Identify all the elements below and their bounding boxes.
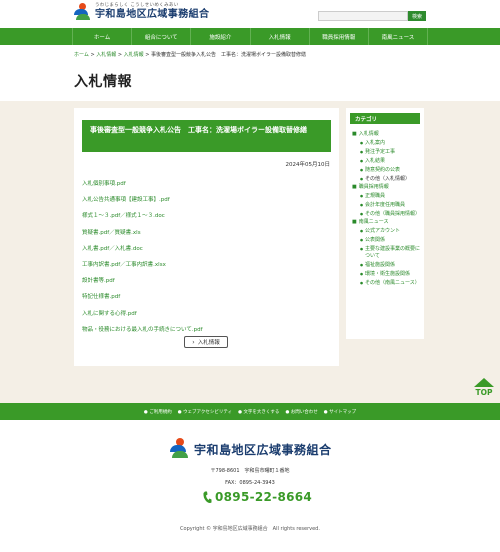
breadcrumb-bidding[interactable]: 入札情報 bbox=[96, 52, 116, 58]
footer-link[interactable]: ● 文字を大きくする bbox=[238, 409, 279, 415]
category-list: ■入札情報 入札案内 発注予定工事 入札結果 随意契約の公表 その他（入札情報）… bbox=[352, 130, 422, 287]
attachment-link[interactable]: 物品・役務における最入札の手続きについて.pdf bbox=[82, 327, 203, 333]
nav-item-facilities[interactable]: 施設紹介 bbox=[190, 28, 249, 45]
list-item: 入札公告共通事項【建設工事】.pdf bbox=[82, 195, 203, 211]
category-group: ■入札情報 入札案内 発注予定工事 入札結果 随意契約の公表 その他（入札情報） bbox=[352, 131, 422, 183]
article-title: 事後審査型一般競争入札公告 工事名：洗濯場ボイラー設備取替修繕 bbox=[82, 120, 331, 152]
list-item: 入札書.pdf／入札書.doc bbox=[82, 244, 203, 260]
footer-link[interactable]: ● ウェブアクセシビリティ bbox=[178, 409, 232, 415]
attachment-link[interactable]: 特記仕様書.pdf bbox=[82, 294, 120, 300]
breadcrumb-separator: > bbox=[143, 52, 152, 58]
list-item: 工事内訳書.pdf／工事内訳書.xlsx bbox=[82, 260, 203, 276]
attachment-link[interactable]: 設計書等.pdf bbox=[82, 278, 115, 284]
nav-item-recruitment[interactable]: 職員採用情報 bbox=[308, 28, 368, 45]
page-title: 入札情報 bbox=[74, 74, 132, 90]
subcategory-link[interactable]: 発注予定工事 bbox=[365, 149, 395, 155]
subcategory-link[interactable]: 公式アカウント bbox=[365, 228, 400, 234]
footer-link[interactable]: ● ご利用規約 bbox=[144, 409, 172, 415]
global-nav: ホーム 組合について 施設紹介 入札情報 職員採用情報 南風ニュース bbox=[0, 28, 500, 45]
search-button[interactable]: 検索 bbox=[408, 11, 426, 21]
subcategory-link[interactable]: 正規職員 bbox=[365, 193, 385, 199]
phone-icon bbox=[203, 491, 212, 504]
bullet-icon: ■ bbox=[352, 219, 357, 225]
attachment-link[interactable]: 工事内訳書.pdf／工事内訳書.xlsx bbox=[82, 262, 166, 268]
footer-org-name: 宇和島地区広域事務組合 bbox=[194, 442, 332, 457]
scroll-to-top-button[interactable]: TOP bbox=[472, 378, 496, 400]
breadcrumb: ホーム > 入札情報 > 入札情報 > 事後審査型一般競争入札公告 工事名：洗濯… bbox=[74, 51, 306, 58]
breadcrumb-bidding-category[interactable]: 入札情報 bbox=[124, 52, 144, 58]
sidebar-heading: カテゴリ bbox=[350, 113, 420, 124]
back-to-category-button[interactable]: › 入札情報 bbox=[184, 336, 228, 348]
copyright: Copyright © 宇和島地区広域事務組合 All rights reser… bbox=[180, 526, 320, 532]
subcategory-link[interactable]: 福祉施設関係 bbox=[365, 262, 395, 268]
list-item: 入札に関する心得.pdf bbox=[82, 309, 203, 325]
subcategory-link[interactable]: その他（職員採用情報） bbox=[365, 211, 420, 217]
back-button-label: 入札情報 bbox=[197, 340, 220, 346]
attachment-list: 入札個別事項.pdf 入札公告共通事項【建設工事】.pdf 様式１～３.pdf／… bbox=[82, 179, 203, 341]
category-group: ■南風ニュース 公式アカウント 公表関係 主要な建設事業の概要について 福祉施設… bbox=[352, 219, 422, 287]
article-date: 2024年05月10日 bbox=[285, 162, 331, 168]
logo-mark-icon bbox=[74, 3, 90, 21]
article-panel: 事後審査型一般競争入札公告 工事名：洗濯場ボイラー設備取替修繕 2024年05月… bbox=[74, 108, 339, 366]
site-header: うわじまらしく こうしせいめくみあい 宇和島地区広域事務組合 検索 bbox=[0, 0, 500, 28]
subcategory-current: その他（入札情報） bbox=[365, 176, 411, 182]
logo-name: 宇和島地区広域事務組合 bbox=[95, 9, 210, 20]
subcategory-link[interactable]: 入札結果 bbox=[365, 158, 385, 164]
breadcrumb-separator: > bbox=[116, 52, 124, 58]
footer-logo[interactable]: 宇和島地区広域事務組合 bbox=[170, 438, 332, 460]
category-link[interactable]: 入札情報 bbox=[359, 131, 379, 137]
list-item: 様式１～３.pdf／様式１～３.doc bbox=[82, 211, 203, 227]
attachment-link[interactable]: 入札書.pdf／入札書.doc bbox=[82, 246, 143, 252]
subcategory-link[interactable]: 入札案内 bbox=[365, 140, 385, 146]
nav-item-news[interactable]: 南風ニュース bbox=[367, 28, 429, 45]
footer-links: ● ご利用規約 ● ウェブアクセシビリティ ● 文字を大きくする ● お問い合わ… bbox=[0, 403, 500, 420]
category-link[interactable]: 職員採用情報 bbox=[359, 184, 389, 190]
search-input[interactable] bbox=[318, 11, 408, 21]
attachment-link[interactable]: 入札個別事項.pdf bbox=[82, 181, 126, 187]
nav-item-home[interactable]: ホーム bbox=[72, 28, 131, 45]
logo-mark-icon bbox=[170, 438, 189, 460]
attachment-link[interactable]: 入札公告共通事項【建設工事】.pdf bbox=[82, 197, 170, 203]
footer-fax: FAX：0895-24-3943 bbox=[225, 480, 275, 486]
scroll-to-top-label: TOP bbox=[475, 388, 493, 397]
attachment-link[interactable]: 入札に関する心得.pdf bbox=[82, 311, 137, 317]
footer-address: 〒798-8601 宇和島市曙町１番地 bbox=[210, 468, 290, 474]
subcategory-link[interactable]: 随意契約の公表 bbox=[365, 167, 400, 173]
attachment-link[interactable]: 様式１～３.pdf／様式１～３.doc bbox=[82, 213, 165, 219]
bullet-icon: ■ bbox=[352, 131, 357, 137]
search-form: 検索 bbox=[318, 11, 426, 21]
footer-phone[interactable]: 0895-22-8664 bbox=[203, 490, 312, 504]
list-item: 質疑書.pdf／質疑書.xls bbox=[82, 228, 203, 244]
category-sidebar: カテゴリ ■入札情報 入札案内 発注予定工事 入札結果 随意契約の公表 その他（… bbox=[346, 108, 424, 339]
chevron-right-icon: › bbox=[192, 338, 195, 346]
list-item: 入札個別事項.pdf bbox=[82, 179, 203, 195]
phone-number: 0895-22-8664 bbox=[215, 490, 313, 504]
breadcrumb-current: 事後審査型一般競争入札公告 工事名：洗濯場ボイラー設備取替修繕 bbox=[151, 52, 307, 58]
subcategory-link[interactable]: 公表関係 bbox=[365, 237, 385, 243]
bullet-icon: ■ bbox=[352, 184, 357, 190]
subcategory-link[interactable]: 環境・衛生施設関係 bbox=[365, 271, 410, 277]
category-group: ■職員採用情報 正規職員 会計年度任用職員 その他（職員採用情報） bbox=[352, 184, 422, 218]
list-item: 設計書等.pdf bbox=[82, 276, 203, 292]
arrow-up-icon bbox=[474, 378, 494, 387]
nav-item-about[interactable]: 組合について bbox=[131, 28, 190, 45]
site-logo[interactable]: うわじまらしく こうしせいめくみあい 宇和島地区広域事務組合 bbox=[74, 3, 209, 21]
subcategory-link[interactable]: 主要な建設事業の概要について bbox=[365, 246, 420, 259]
attachment-link[interactable]: 質疑書.pdf／質疑書.xls bbox=[82, 230, 141, 236]
breadcrumb-home[interactable]: ホーム bbox=[74, 52, 89, 58]
subcategory-link[interactable]: その他（南風ニュース） bbox=[365, 280, 420, 286]
category-link[interactable]: 南風ニュース bbox=[359, 219, 389, 225]
subcategory-link[interactable]: 会計年度任用職員 bbox=[365, 202, 405, 208]
list-item: 特記仕様書.pdf bbox=[82, 292, 203, 308]
nav-item-bidding[interactable]: 入札情報 bbox=[249, 28, 309, 45]
footer-link[interactable]: ● サイトマップ bbox=[324, 409, 356, 415]
footer-link[interactable]: ● お問い合わせ bbox=[285, 409, 317, 415]
